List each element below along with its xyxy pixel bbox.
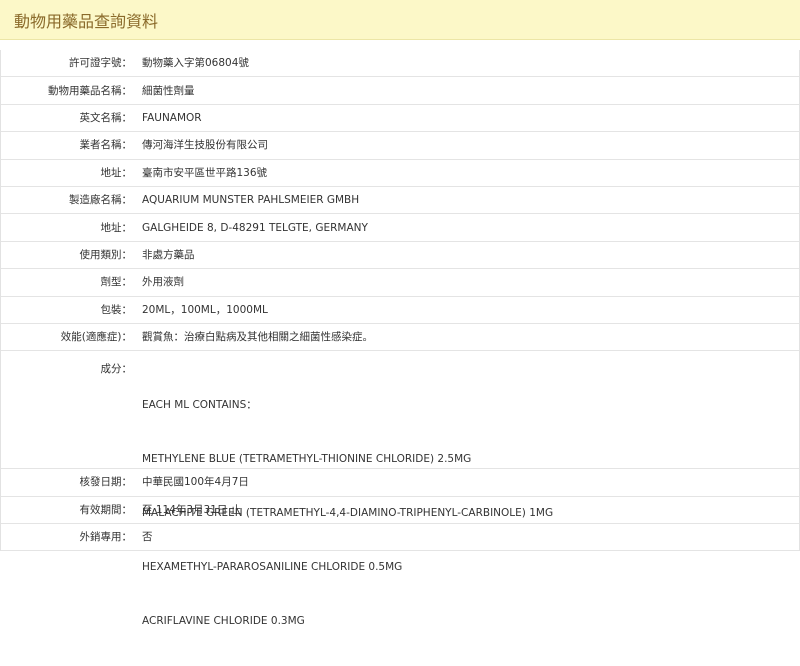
row-company-address: 地址： 臺南市安平區世平路136號	[1, 160, 799, 187]
permit-no-label: 許可證字號：	[69, 57, 132, 70]
validity-value: 至 114年3月31日 止	[142, 503, 242, 516]
usage-category-label: 使用類別：	[79, 248, 133, 261]
page-title: 動物用藥品查詢資料	[14, 11, 159, 31]
company-address-label: 地址：	[100, 166, 133, 179]
permit-no-value: 動物藥入字第06804號	[142, 57, 249, 70]
issue-date-label: 核發日期：	[79, 476, 133, 489]
ingredient-line: HEXAMETHYL-PARAROSANILINE CHLORIDE 0.5MG	[142, 561, 403, 574]
row-usage-category: 使用類別： 非處方藥品	[1, 242, 799, 270]
company-address-value: 臺南市安平區世平路136號	[142, 166, 268, 179]
export-only-value: 否	[142, 531, 153, 544]
ingredients-label: 成分：	[100, 363, 133, 376]
product-name-value: 細菌性劑量	[142, 84, 195, 97]
row-product-name: 動物用藥品名稱： 細菌性劑量	[1, 77, 799, 105]
indications-value: 觀賞魚：治療白點病及其他相關之細菌性感染症。	[142, 331, 373, 344]
product-name-label: 動物用藥品名稱：	[48, 84, 132, 97]
ingredient-line: METHYLENE BLUE (TETRAMETHYL-THIONINE CHL…	[142, 453, 472, 466]
dosage-form-label: 劑型：	[100, 276, 133, 289]
english-name-label: 英文名稱：	[79, 111, 133, 124]
row-dosage-form: 劑型： 外用液劑	[1, 269, 799, 297]
row-english-name: 英文名稱： FAUNAMOR	[1, 105, 799, 133]
row-manufacturer: 製造廠名稱： AQUARIUM MUNSTER PAHLSMEIER GMBH	[1, 187, 799, 215]
english-name-value: FAUNAMOR	[142, 111, 202, 124]
ingredient-line: EACH ML CONTAINS：	[142, 399, 257, 412]
packaging-value: 20ML，100ML，1000ML	[142, 303, 268, 316]
usage-category-value: 非處方藥品	[142, 248, 195, 261]
row-ingredients: 成分： EACH ML CONTAINS： METHYLENE BLUE (TE…	[1, 351, 799, 627]
export-only-label: 外銷專用：	[79, 531, 133, 544]
manufacturer-label: 製造廠名稱：	[69, 194, 132, 207]
validity-label: 有效期間：	[79, 503, 133, 516]
issue-date-value: 中華民國100年4月7日	[142, 476, 249, 489]
row-company-name: 業者名稱： 傳河海洋生技股份有限公司	[1, 132, 799, 160]
row-manufacturer-address: 地址： GALGHEIDE 8, D-48291 TELGTE, GERMANY	[1, 214, 799, 242]
record-table: 許可證字號： 動物藥入字第06804號 動物用藥品名稱： 細菌性劑量 英文名稱：…	[0, 50, 800, 627]
row-packaging: 包裝： 20ML，100ML，1000ML	[1, 297, 799, 324]
company-name-value: 傳河海洋生技股份有限公司	[142, 139, 268, 152]
manufacturer-address-label: 地址：	[100, 221, 133, 234]
dosage-form-value: 外用液劑	[142, 276, 184, 289]
row-permit-no: 許可證字號： 動物藥入字第06804號	[1, 50, 799, 78]
indications-label: 效能(適應症)：	[60, 331, 132, 344]
company-name-label: 業者名稱：	[79, 139, 133, 152]
manufacturer-value: AQUARIUM MUNSTER PAHLSMEIER GMBH	[142, 194, 360, 207]
packaging-label: 包裝：	[100, 303, 133, 316]
page-header: 動物用藥品查詢資料	[0, 0, 800, 40]
ingredient-line: ACRIFLAVINE CHLORIDE 0.3MG	[142, 615, 305, 628]
manufacturer-address-value: GALGHEIDE 8, D-48291 TELGTE, GERMANY	[142, 221, 368, 234]
row-indications: 效能(適應症)： 觀賞魚：治療白點病及其他相關之細菌性感染症。	[1, 324, 799, 352]
